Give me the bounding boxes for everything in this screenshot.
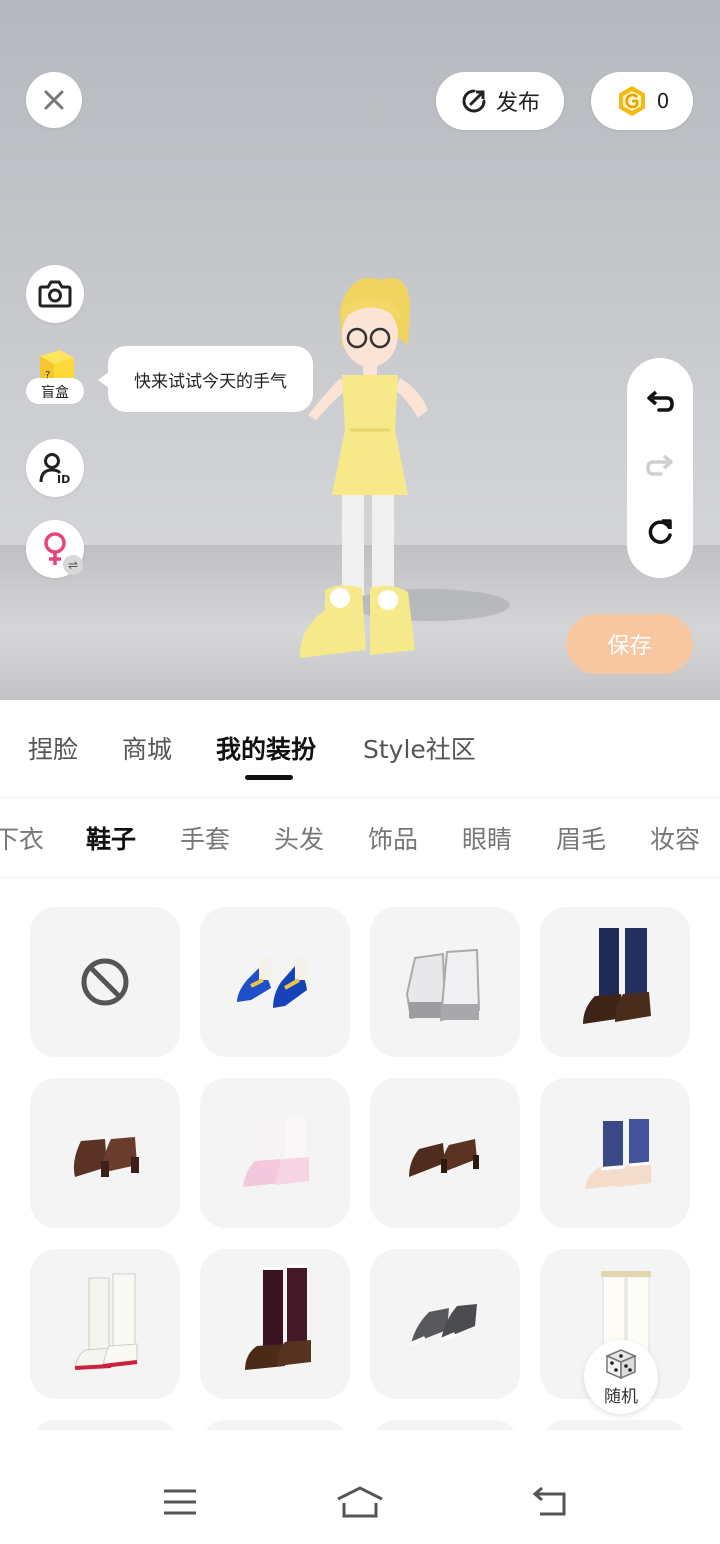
random-label: 随机 [604,1386,638,1407]
random-button[interactable]: 随机 [584,1340,658,1414]
item-white-socks[interactable] [30,1420,180,1430]
brown-pumps-icon [73,1137,139,1177]
publish-button[interactable]: 发布 [436,72,564,130]
tab-my-outfits[interactable]: 我的装扮 [216,730,316,766]
navy-ankle-socks-icon [585,1119,652,1189]
item-white-red-boots[interactable] [30,1249,180,1399]
white-pink-shoes-icon [243,1117,309,1187]
burgundy-socks-loafers-icon [245,1265,311,1370]
blind-box-label: 盲盒 [26,378,84,404]
back-button[interactable] [526,1482,574,1522]
category-shoes[interactable]: 鞋子 [86,820,136,856]
item-navy-ankle-socks[interactable] [540,1078,690,1228]
menu-button[interactable] [156,1482,204,1522]
publish-icon [462,89,486,113]
redo-icon [646,454,673,476]
item-brown-pumps[interactable] [30,1078,180,1228]
home-button[interactable] [336,1482,384,1522]
item-14[interactable] [200,1420,350,1430]
reset-button[interactable] [640,512,680,552]
main-tab-bar: 捏脸 商城 我的装扮 Style社区 [0,700,720,798]
coin-icon [618,86,645,116]
tab-face[interactable]: 捏脸 [28,730,78,766]
tooltip-text: 快来试试今天的手气 [134,371,287,392]
item-navy-knee-socks-loafers[interactable] [540,907,690,1057]
item-grey-pointed-heels[interactable] [370,1249,520,1399]
blind-box-button[interactable]: ? 盲盒 [26,346,86,418]
item-15[interactable] [370,1420,520,1430]
camera-icon [38,280,72,308]
category-eyebrows[interactable]: 眉毛 [556,820,606,856]
undo-button[interactable] [640,383,680,423]
system-nav-bar [0,1460,720,1544]
item-blue-heels[interactable] [200,907,350,1057]
gender-button[interactable]: ⇌ [26,520,84,578]
coin-balance[interactable]: 0 [591,72,693,130]
close-button[interactable] [26,72,82,128]
item-brown-heels[interactable] [370,1078,520,1228]
item-white-boots[interactable] [370,907,520,1057]
tab-shop[interactable]: 商城 [122,730,172,766]
category-gloves[interactable]: 手套 [180,820,230,856]
category-hair[interactable]: 头发 [274,820,324,856]
avatar-figure[interactable] [270,270,530,670]
reset-icon [648,519,672,544]
avatar-stage[interactable]: 发布 0 ? 盲盒 快来试试今天的手气 ID ⇌ 保存 [0,0,720,700]
blind-box-tooltip: 快来试试今天的手气 [98,346,313,412]
menu-icon [164,1489,196,1515]
item-white-pink-shoes[interactable] [200,1078,350,1228]
active-tab-indicator [245,775,293,780]
save-label: 保存 [607,634,652,659]
navy-socks-loafers-icon [583,928,651,1024]
avatar-id-icon: ID [39,453,70,485]
category-accessories[interactable]: 饰品 [368,820,418,856]
category-makeup[interactable]: 妆容 [650,820,700,856]
coin-count: 0 [656,89,670,113]
swap-icon: ⇌ [63,555,83,575]
tab-style-community[interactable]: Style社区 [363,730,476,766]
item-16[interactable] [540,1420,690,1430]
camera-button[interactable] [26,265,84,323]
home-icon [337,1486,383,1518]
category-eyes[interactable]: 眼睛 [462,820,512,856]
svg-text:ID: ID [57,473,70,485]
white-red-boots-icon [74,1273,138,1370]
avatar-id-button[interactable]: ID [26,439,84,497]
history-panel [627,358,693,578]
item-none[interactable] [30,907,180,1057]
redo-button[interactable] [640,447,680,487]
close-icon [44,90,64,110]
undo-icon [647,390,674,412]
item-burgundy-knee-socks-loafers[interactable] [200,1249,350,1399]
category-tab-bar[interactable]: 下衣 鞋子 手套 头发 饰品 眼睛 眉毛 妆容 [0,798,720,878]
grey-heels-icon [410,1304,477,1346]
back-icon [532,1486,566,1516]
no-item-icon [81,958,129,1006]
dice-icon [605,1348,637,1379]
blue-heels-icon [237,958,307,1008]
publish-label: 发布 [495,91,540,116]
category-bottoms[interactable]: 下衣 [0,820,44,856]
save-button[interactable]: 保存 [566,614,693,674]
brown-heels-icon [409,1139,479,1177]
white-boots-icon [405,948,481,1022]
